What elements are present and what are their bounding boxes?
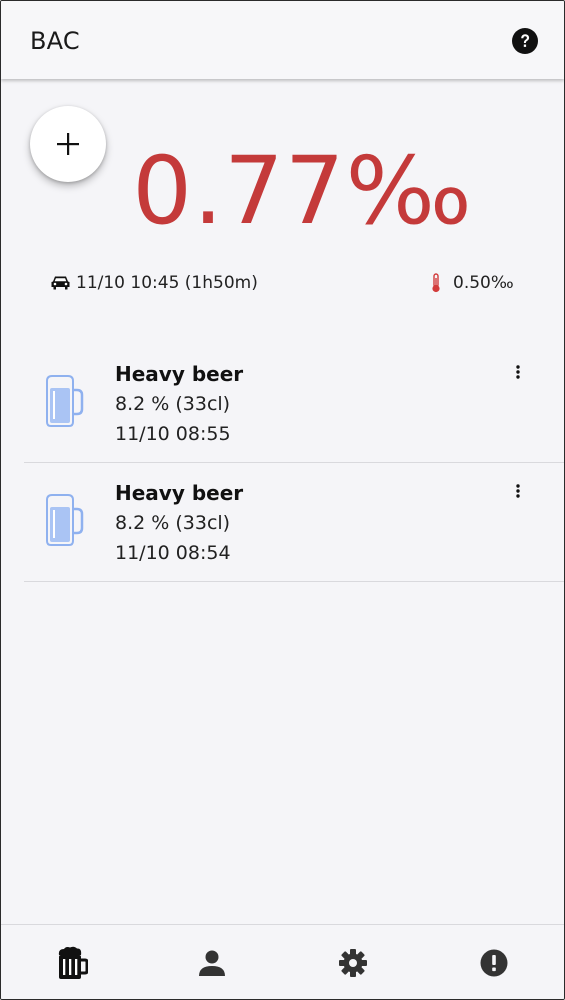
nav-settings[interactable]: [333, 943, 373, 983]
alert-icon: [480, 949, 508, 977]
beer-icon: [58, 946, 88, 979]
peak-bac: 0.50‰: [431, 273, 514, 293]
app-title: BAC: [30, 27, 80, 55]
app-bar: BAC: [1, 1, 564, 79]
drink-name: Heavy beer: [115, 362, 244, 386]
help-button[interactable]: [512, 28, 538, 54]
list-item[interactable]: Heavy beer 8.2 % (33cl) 11/10 08:54: [24, 463, 564, 582]
list-item[interactable]: Heavy beer 8.2 % (33cl) 11/10 08:55: [24, 344, 564, 463]
sober-time-text: 11/10 10:45 (1h50m): [76, 273, 258, 293]
person-icon: [199, 950, 225, 976]
peak-bac-value: 0.50‰: [453, 273, 514, 293]
drink-list: Heavy beer 8.2 % (33cl) 11/10 08:55 Heav…: [24, 344, 564, 582]
drink-name: Heavy beer: [115, 481, 244, 505]
beer-mug-icon: [46, 375, 84, 427]
nav-drinks[interactable]: [52, 943, 92, 983]
nav-profile[interactable]: [192, 943, 232, 983]
drink-detail: 8.2 % (33cl): [115, 393, 231, 415]
drink-menu-button[interactable]: [510, 481, 526, 501]
gear-icon: [339, 949, 367, 977]
car-icon: [51, 276, 70, 290]
add-drink-button[interactable]: [30, 106, 106, 182]
bottom-nav: [1, 924, 564, 999]
drink-time: 11/10 08:54: [115, 542, 231, 564]
beer-mug-icon: [46, 494, 84, 546]
more-vert-icon: [516, 484, 520, 498]
sober-time: 11/10 10:45 (1h50m): [51, 273, 258, 293]
nav-info[interactable]: [474, 943, 514, 983]
plus-icon: [57, 133, 79, 155]
drink-detail: 8.2 % (33cl): [115, 512, 231, 534]
drink-time: 11/10 08:55: [115, 423, 231, 445]
app-frame: BAC 0.77‰ 11/10 10:45 (1h50m) 0.50‰ Heav…: [0, 0, 565, 1000]
thermometer-icon: [432, 273, 440, 293]
more-vert-icon: [516, 365, 520, 379]
drink-menu-button[interactable]: [510, 362, 526, 382]
help-icon: [512, 28, 538, 54]
